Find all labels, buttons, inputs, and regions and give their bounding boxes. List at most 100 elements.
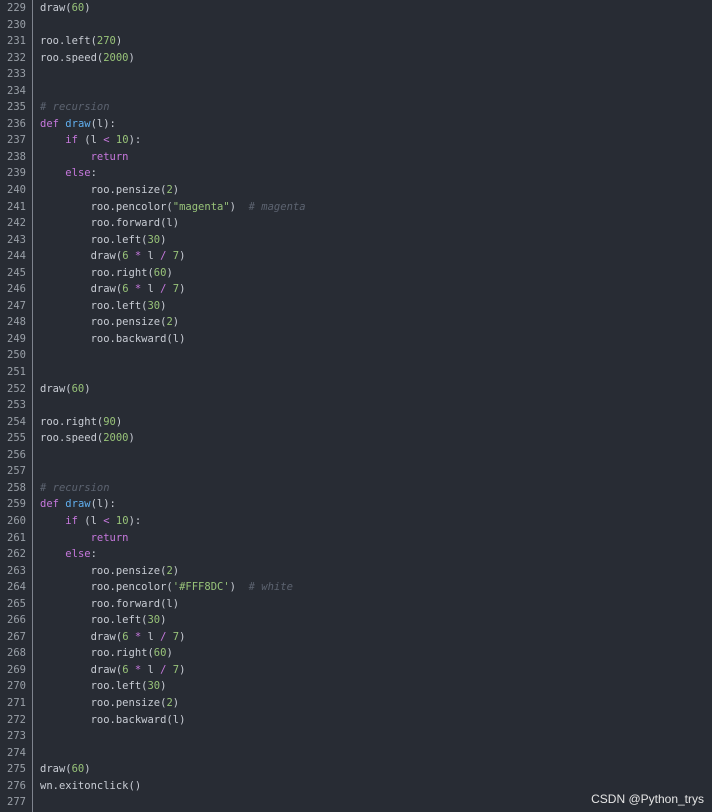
code-line[interactable]	[40, 17, 712, 34]
string-token: '#FFF8DC'	[172, 581, 230, 594]
code-line[interactable]: roo.backward(l)	[40, 712, 712, 729]
code-text: (l	[77, 134, 104, 147]
code-line[interactable]: roo.right(60)	[40, 265, 712, 282]
code-line[interactable]: draw(6 * l / 7)	[40, 281, 712, 298]
line-number: 255	[7, 432, 26, 445]
line-number: 243	[7, 233, 26, 246]
line-number: 262	[7, 548, 26, 561]
code-line[interactable]	[40, 397, 712, 414]
code-text: roo.left(	[40, 233, 148, 246]
code-line[interactable]	[40, 347, 712, 364]
code-line[interactable]: roo.pencolor('#FFF8DC') # white	[40, 579, 712, 596]
code-line[interactable]	[40, 463, 712, 480]
code-text: )	[128, 432, 135, 445]
line-number: 249	[7, 332, 26, 345]
code-line[interactable]: roo.pensize(2)	[40, 695, 712, 712]
code-line[interactable]: return	[40, 149, 712, 166]
code-editor[interactable]: 229 230 231 232 233 234 235 236 237 238 239 240 241 2…	[0, 0, 712, 812]
code-text: roo.right(	[40, 415, 104, 428]
code-line[interactable]	[40, 728, 712, 745]
code-line[interactable]: draw(60)	[40, 761, 712, 778]
code-text: roo.backward(l)	[40, 332, 186, 345]
code-line[interactable]: draw(6 * l / 7)	[40, 248, 712, 265]
string-token: "magenta"	[172, 200, 230, 213]
line-number: 235	[7, 101, 26, 114]
code-text: ):	[128, 134, 142, 147]
line-number: 267	[7, 630, 26, 643]
code-line[interactable]: def draw(l):	[40, 116, 712, 133]
code-line[interactable]: # recursion	[40, 99, 712, 116]
code-line[interactable]: roo.left(270)	[40, 33, 712, 50]
code-line[interactable]: if (l < 10):	[40, 513, 712, 530]
code-text: roo.pensize(	[40, 564, 167, 577]
code-text: l	[141, 283, 161, 296]
code-line[interactable]: draw(6 * l / 7)	[40, 629, 712, 646]
comment-token: # magenta	[248, 200, 306, 213]
code-line[interactable]: roo.right(90)	[40, 414, 712, 431]
code-line[interactable]: roo.left(30)	[40, 298, 712, 315]
keyword-token: def	[40, 117, 66, 130]
line-number: 250	[7, 349, 26, 362]
line-number: 277	[7, 796, 26, 809]
line-number: 251	[7, 366, 26, 379]
code-line[interactable]: if (l < 10):	[40, 132, 712, 149]
code-text: )	[172, 696, 180, 709]
code-line[interactable]: roo.speed(2000)	[40, 50, 712, 67]
keyword-token: if	[65, 134, 78, 147]
comment-token: # recursion	[40, 481, 110, 494]
code-line[interactable]: # recursion	[40, 480, 712, 497]
code-text: )	[179, 663, 186, 676]
code-text: )	[179, 630, 186, 643]
keyword-token: else	[65, 548, 91, 561]
code-line[interactable]: roo.pensize(2)	[40, 563, 712, 580]
code-area[interactable]: draw(60) roo.left(270) roo.speed(2000) # re…	[40, 0, 712, 812]
line-number: 232	[7, 51, 26, 64]
code-text: wn.exitonclick()	[40, 779, 142, 792]
code-line[interactable]: def draw(l):	[40, 496, 712, 513]
code-line[interactable]: roo.left(30)	[40, 232, 712, 249]
code-line[interactable]: draw(60)	[40, 381, 712, 398]
code-text: )	[179, 283, 186, 296]
code-line[interactable]: roo.backward(l)	[40, 331, 712, 348]
code-line[interactable]: roo.pensize(2)	[40, 314, 712, 331]
code-line[interactable]: roo.pensize(2)	[40, 182, 712, 199]
code-line[interactable]: draw(60)	[40, 0, 712, 17]
line-number: 263	[7, 564, 26, 577]
code-line[interactable]: roo.speed(2000)	[40, 430, 712, 447]
line-number-gutter: 229 230 231 232 233 234 235 236 237 238 239 240 241 2…	[0, 0, 33, 812]
line-number: 231	[7, 35, 26, 48]
code-line[interactable]	[40, 364, 712, 381]
code-line[interactable]: roo.forward(l)	[40, 596, 712, 613]
keyword-token: else	[65, 167, 91, 180]
code-line[interactable]: else:	[40, 165, 712, 182]
code-line[interactable]: roo.left(30)	[40, 612, 712, 629]
code-line[interactable]	[40, 745, 712, 762]
code-line[interactable]: roo.pencolor("magenta") # magenta	[40, 199, 712, 216]
number-token: 60	[71, 382, 85, 395]
code-text: roo.speed(	[40, 51, 104, 64]
line-number: 233	[7, 68, 26, 81]
code-text: roo.pensize(	[40, 316, 167, 329]
code-text: )	[84, 2, 91, 14]
line-number: 248	[7, 316, 26, 329]
code-line[interactable]: draw(6 * l / 7)	[40, 662, 712, 679]
number-token: 60	[153, 266, 167, 279]
code-line[interactable]	[40, 447, 712, 464]
code-text: draw(	[40, 2, 72, 14]
code-line[interactable]: return	[40, 530, 712, 547]
code-line[interactable]	[40, 83, 712, 100]
code-line[interactable]: roo.right(60)	[40, 645, 712, 662]
code-line[interactable]: else:	[40, 546, 712, 563]
code-text: roo.left(	[40, 614, 148, 627]
line-number: 230	[7, 18, 26, 31]
line-number: 265	[7, 597, 26, 610]
code-text: ):	[128, 514, 142, 527]
code-line[interactable]: roo.forward(l)	[40, 215, 712, 232]
code-text: draw(	[40, 763, 72, 776]
number-token: 30	[147, 299, 161, 312]
code-line[interactable]: roo.left(30)	[40, 678, 712, 695]
code-line[interactable]	[40, 66, 712, 83]
